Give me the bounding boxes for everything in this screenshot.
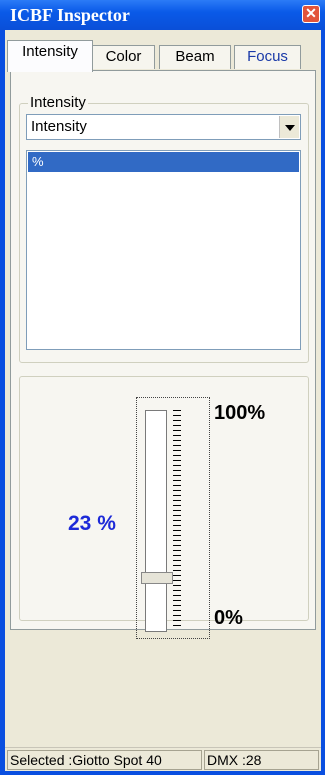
inspector-window: ICBF Inspector ✕ Intensity Color Beam Fo… <box>0 0 325 775</box>
intensity-groupbox: Intensity Intensity % <box>19 94 309 363</box>
window-title: ICBF Inspector <box>10 5 130 25</box>
parameter-combo[interactable]: Intensity <box>26 114 301 140</box>
fader-ticks <box>173 410 181 630</box>
status-bar: Selected :Giotto Spot 40 DMX :28 <box>5 747 321 771</box>
status-dmx: DMX :28 <box>204 750 319 770</box>
title-bar[interactable]: ICBF Inspector ✕ <box>0 0 325 30</box>
intensity-fader[interactable] <box>136 397 210 639</box>
tab-intensity[interactable]: Intensity <box>7 40 93 72</box>
combo-value: Intensity <box>31 118 87 135</box>
fader-track[interactable] <box>145 410 167 632</box>
combo-dropdown-button[interactable] <box>279 116 299 138</box>
unit-listbox[interactable]: % <box>26 150 301 350</box>
tab-focus[interactable]: Focus <box>234 45 301 69</box>
tab-beam[interactable]: Beam <box>159 45 231 69</box>
chevron-down-icon <box>285 125 295 131</box>
fader-panel: 23 % 100% 0% <box>19 376 309 639</box>
fader-thumb[interactable] <box>141 572 173 584</box>
fader-min-label: 0% <box>214 607 243 629</box>
intensity-tab-panel: Intensity Intensity % 23 % 100% 0% <box>10 70 316 639</box>
group-legend: Intensity <box>28 94 88 111</box>
status-selected: Selected :Giotto Spot 40 <box>7 750 202 770</box>
fader-max-label: 100% <box>214 402 266 424</box>
list-item[interactable]: % <box>28 152 299 172</box>
close-button[interactable]: ✕ <box>302 5 320 23</box>
tab-color[interactable]: Color <box>92 45 155 69</box>
intensity-value-label: 23 % <box>68 512 116 535</box>
close-icon: ✕ <box>305 5 317 21</box>
client-area: Intensity Color Beam Focus Intensity Int… <box>5 30 321 771</box>
tab-bar: Intensity Color Beam Focus <box>5 40 321 72</box>
